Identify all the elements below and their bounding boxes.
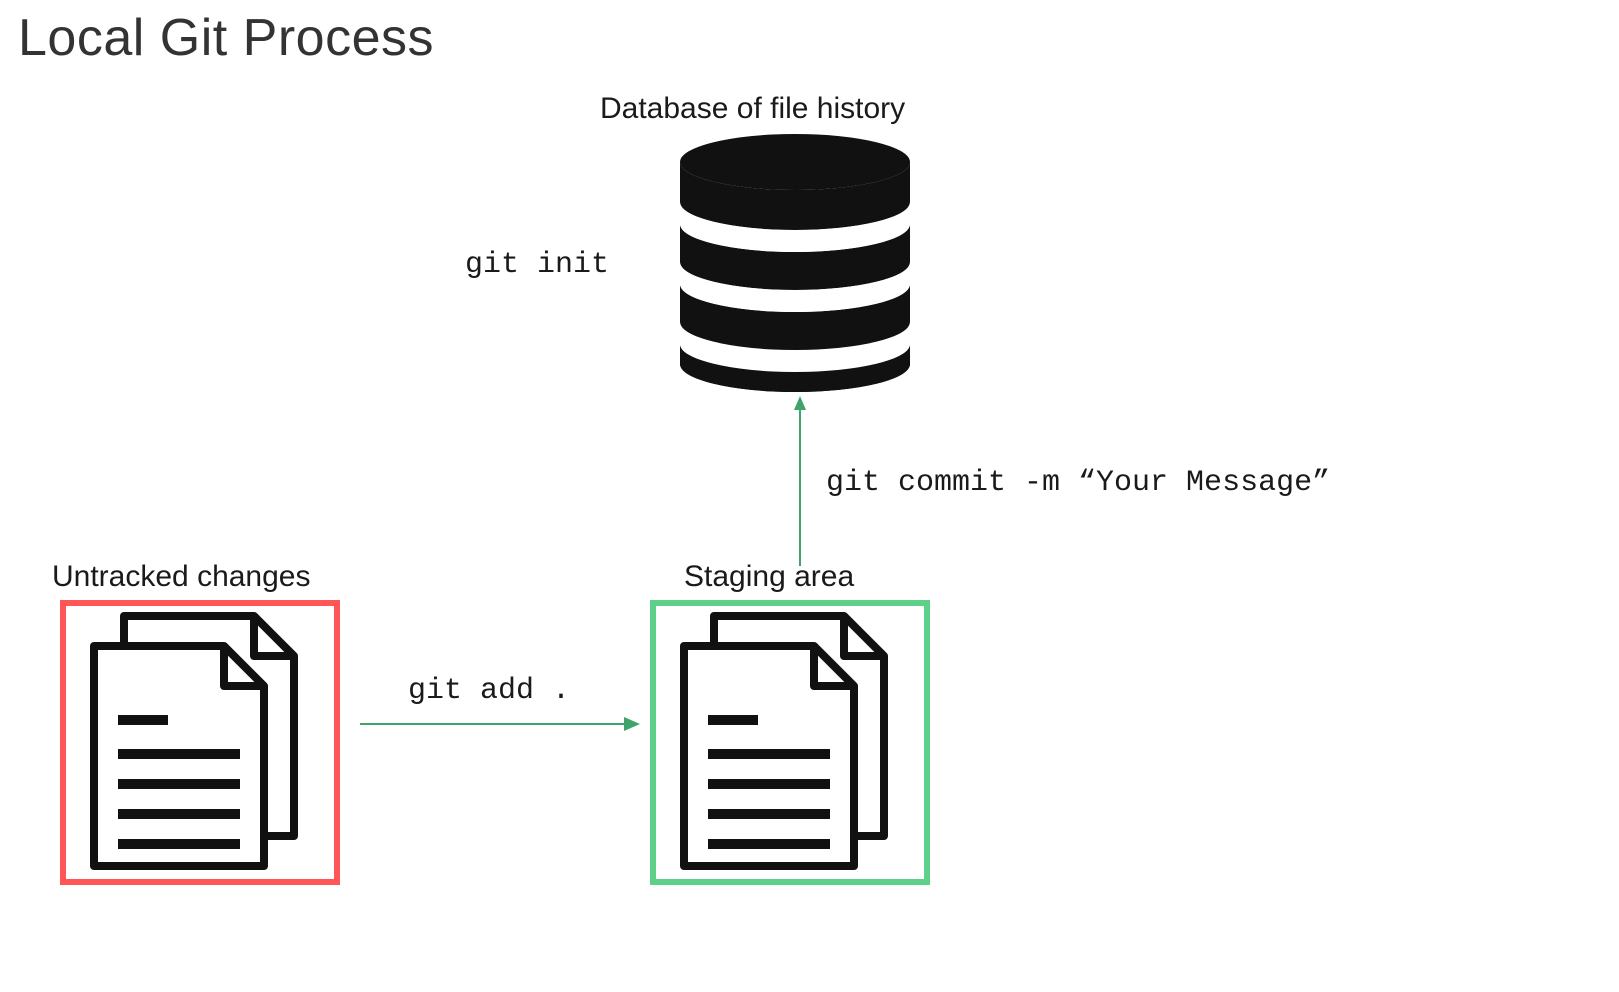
files-icon xyxy=(84,612,314,872)
files-icon xyxy=(674,612,904,872)
database-icon xyxy=(670,132,920,392)
git-commit-command: git commit -m “Your Message” xyxy=(826,466,1330,500)
add-arrow-icon xyxy=(360,714,640,734)
untracked-changes-label: Untracked changes xyxy=(52,560,311,594)
commit-arrow-icon xyxy=(790,396,794,566)
staging-box xyxy=(650,600,930,885)
staging-area-label: Staging area xyxy=(684,560,854,594)
git-add-command: git add . xyxy=(408,674,570,708)
database-label: Database of file history xyxy=(600,92,905,126)
untracked-box xyxy=(60,600,340,885)
diagram-title: Local Git Process xyxy=(18,8,434,68)
git-init-command: git init xyxy=(465,248,609,282)
